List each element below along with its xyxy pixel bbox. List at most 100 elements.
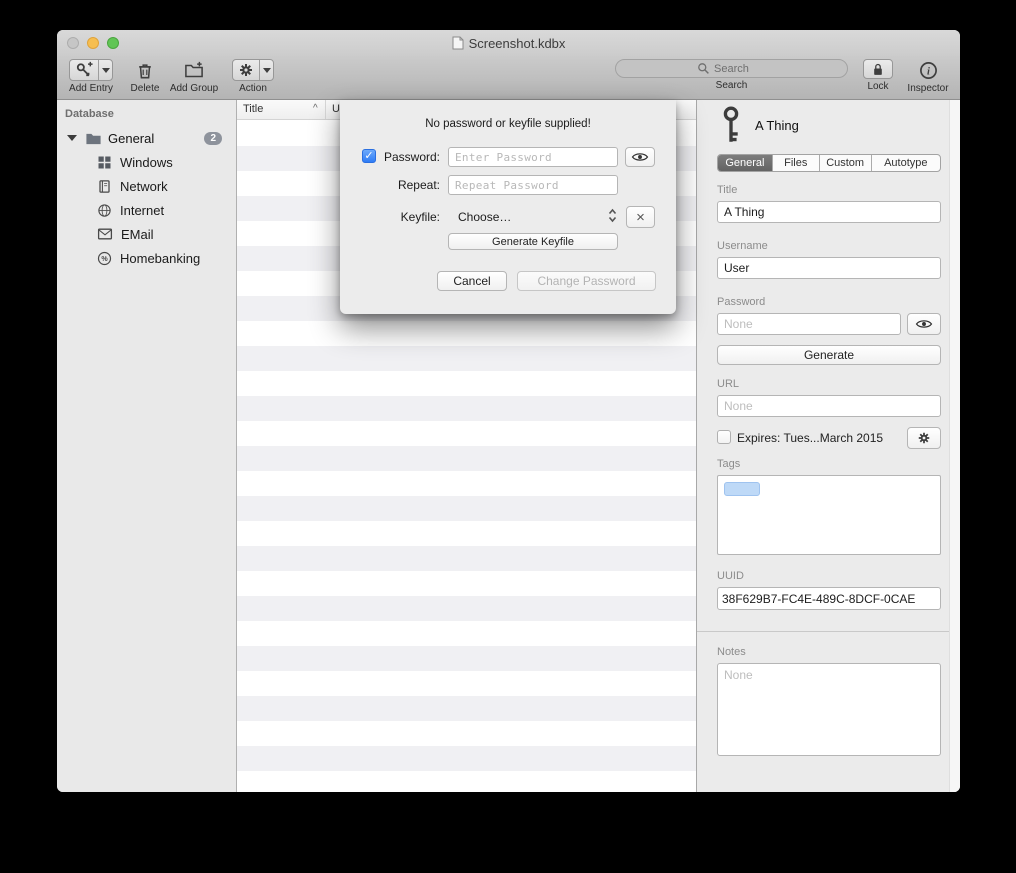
chevron-down-icon [263,68,271,73]
search-label: Search [716,80,748,91]
lock-group: Lock [860,59,896,92]
sidebar-item-label: Internet [120,203,164,218]
add-group-button[interactable] [184,59,204,81]
lock-icon [871,62,885,77]
sidebar-item-email[interactable]: EMail [57,222,236,246]
expires-settings-button[interactable] [907,427,941,449]
inspector-scrollbar[interactable] [949,100,960,792]
title-field[interactable] [717,201,941,223]
add-group-label: Add Group [170,83,218,94]
globe-icon [97,203,112,218]
cancel-button[interactable]: Cancel [437,271,507,291]
inspector-divider [697,631,950,632]
password-field-label: Password [717,296,765,308]
action-dropdown[interactable] [259,60,273,80]
svg-text:%: % [101,255,108,263]
disclosure-triangle-icon[interactable] [67,135,77,141]
delete-button[interactable] [136,59,154,81]
add-entry-dropdown[interactable] [98,60,112,80]
clear-keyfile-button[interactable]: × [626,206,655,228]
sort-ascending-icon: ^ [313,103,318,114]
sidebar-section-header: Database [65,108,114,120]
inspector-button[interactable]: i [919,59,938,81]
sidebar-item-windows[interactable]: Windows [57,150,236,174]
dialog-keyfile-label: Keyfile: [362,210,440,224]
notebook-icon [97,179,112,194]
entry-title: A Thing [755,118,799,133]
tags-box[interactable] [717,475,941,555]
search-input[interactable] [714,63,766,75]
windows-grid-icon [97,155,112,170]
uuid-field[interactable] [717,587,941,610]
column-header-title[interactable]: Title [243,103,263,115]
folder-plus-icon [184,61,204,79]
change-password-button[interactable]: Change Password [517,271,656,291]
inspector-panel: A Thing General Files Custom Autotype Ti… [696,100,960,792]
keyfile-popup[interactable]: Choose… [458,210,511,224]
close-icon: × [636,209,645,226]
sidebar-item-internet[interactable]: Internet [57,198,236,222]
url-field[interactable] [717,395,941,417]
password-field[interactable] [717,313,901,335]
sidebar-item-label: EMail [121,227,154,242]
action-button[interactable] [232,59,274,81]
uuid-label: UUID [717,570,744,582]
generate-keyfile-button[interactable]: Generate Keyfile [448,233,618,250]
expires-label: Expires: Tues...March 2015 [737,431,883,445]
sidebar-item-label: Windows [120,155,173,170]
minimize-button[interactable] [87,37,99,49]
dialog-message: No password or keyfile supplied! [340,118,676,130]
sidebar-group-label: General [108,131,154,146]
close-button[interactable] [67,37,79,49]
title-bar: Screenshot.kdbx [57,30,960,56]
delete-group: Delete [125,59,165,94]
zoom-button[interactable] [107,37,119,49]
dialog-repeat-input[interactable] [448,175,618,195]
notes-label: Notes [717,646,746,658]
search-icon [697,62,710,75]
sidebar-item-network[interactable]: Network [57,174,236,198]
traffic-lights [67,37,119,49]
window-title-group: Screenshot.kdbx [452,36,566,51]
generate-password-button[interactable]: Generate [717,345,941,365]
tags-label: Tags [717,458,740,470]
reveal-password-button[interactable] [625,147,655,167]
app-window: Screenshot.kdbx Add Entry Delete Add Gro… [57,30,960,792]
reveal-password-button[interactable] [907,313,941,335]
tab-custom[interactable]: Custom [820,155,872,171]
column-header-username[interactable]: U [332,103,340,115]
percent-coin-icon: % [97,251,112,266]
eye-icon [631,151,649,163]
column-separator[interactable] [325,100,326,119]
toolbar: Add Entry Delete Add Group Action [57,56,960,100]
inspector-label: Inspector [907,83,948,94]
lock-label: Lock [867,81,888,92]
document-icon [452,36,464,50]
tab-files[interactable]: Files [773,155,820,171]
tag-pill[interactable] [724,482,760,496]
notes-field[interactable] [717,663,941,756]
change-password-dialog: No password or keyfile supplied! Passwor… [340,100,676,314]
eye-icon [915,318,933,330]
window-title: Screenshot.kdbx [469,36,566,51]
search-group: Search [615,59,848,91]
popup-stepper-icon[interactable] [608,208,617,223]
dialog-password-input[interactable] [448,147,618,167]
sidebar-item-homebanking[interactable]: % Homebanking [57,246,236,270]
username-field[interactable] [717,257,941,279]
dialog-repeat-label: Repeat: [362,178,440,192]
expires-checkbox[interactable] [717,430,731,444]
svg-text:i: i [927,66,930,77]
add-entry-label: Add Entry [69,83,113,94]
url-field-label: URL [717,378,739,390]
key-icon [717,106,745,144]
sidebar-group-general[interactable]: General 2 [57,126,236,150]
search-field[interactable] [615,59,848,78]
sidebar: Database General 2 Windows Network Inter… [57,100,237,792]
lock-button[interactable] [863,59,893,79]
tab-general[interactable]: General [718,155,773,171]
info-icon: i [919,61,938,80]
add-entry-button[interactable] [69,59,113,81]
tab-autotype[interactable]: Autotype [872,155,940,171]
entry-count-badge: 2 [204,132,222,145]
